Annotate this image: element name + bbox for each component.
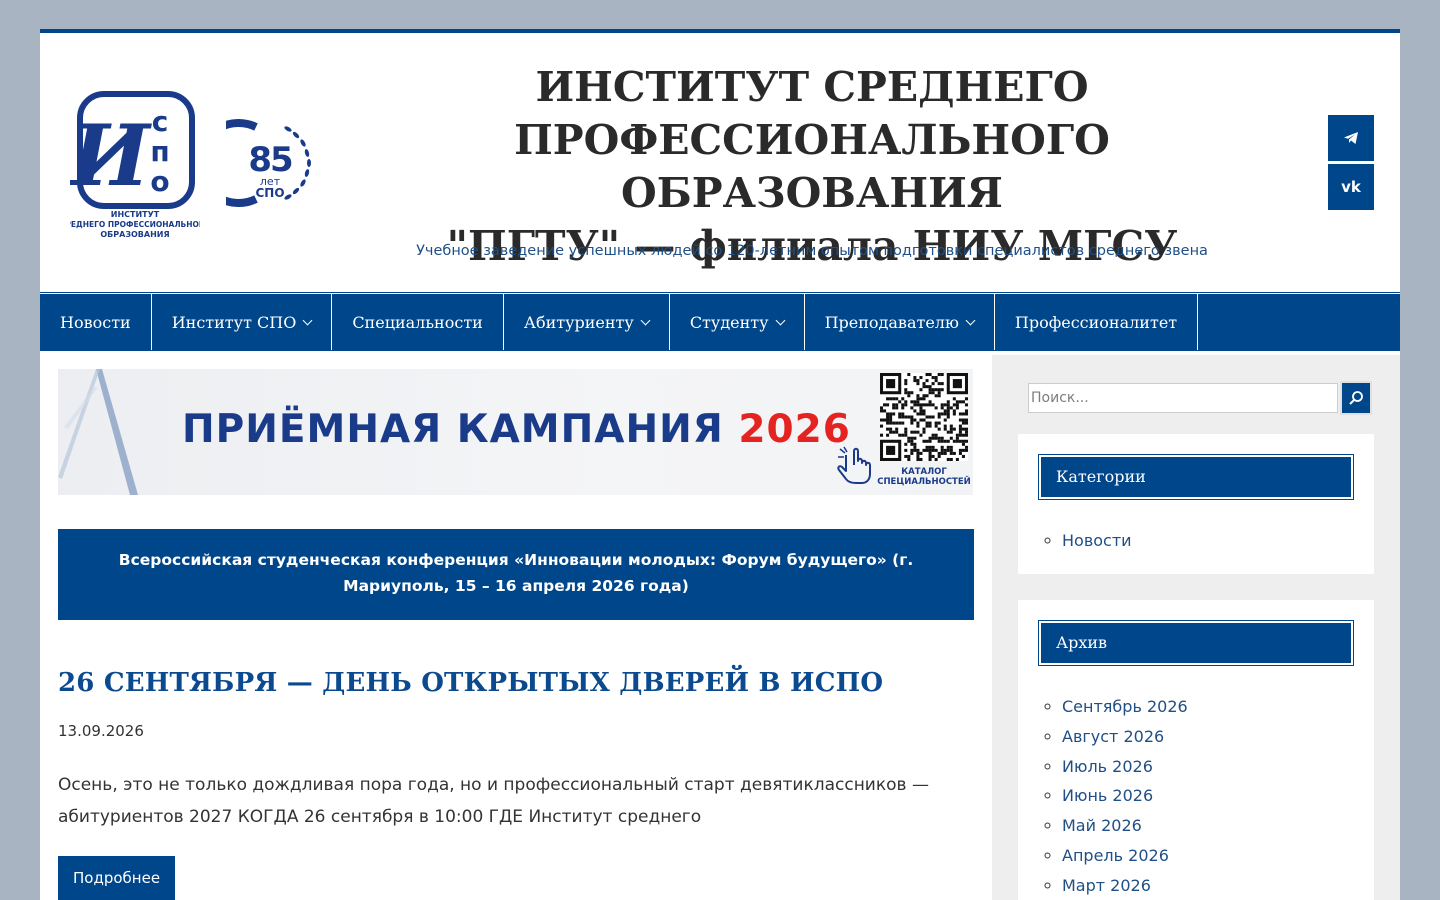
svg-text:с: с bbox=[152, 105, 169, 138]
archive-list: Сентябрь 2026 Август 2026 Июль 2026 Июнь… bbox=[1038, 692, 1354, 900]
qr-caption: КАТАЛОГ СПЕЦИАЛЬНОСТЕЙ bbox=[877, 467, 971, 487]
archive-link[interactable]: Сентябрь 2026 bbox=[1062, 692, 1354, 722]
qr-code[interactable] bbox=[880, 373, 968, 461]
vk-icon: vk bbox=[1341, 178, 1361, 196]
site-title-line[interactable]: ИНСТИТУТ СРЕДНЕГО bbox=[360, 61, 1264, 114]
nav-item-label: Студенту bbox=[689, 312, 769, 332]
vk-button[interactable]: vk bbox=[1328, 164, 1374, 210]
categories-list: Новости bbox=[1038, 526, 1354, 556]
main-content: ПРИЁМНАЯ КАМПАНИЯ 2026 КАТАЛОГ СПЕЦИАЛЬН… bbox=[58, 369, 974, 900]
svg-text:СПО: СПО bbox=[255, 186, 284, 200]
page-container: И с п о ИНСТИТУТ СРЕДНЕГО ПРОФЕССИОНАЛЬН… bbox=[40, 29, 1400, 900]
widget-title: Архив bbox=[1038, 620, 1354, 666]
banner-headline-text: ПРИЁМНАЯ КАМПАНИЯ bbox=[182, 407, 739, 452]
banner-headline: ПРИЁМНАЯ КАМПАНИЯ 2026 bbox=[182, 407, 851, 452]
ispo-logo[interactable]: И с п о ИНСТИТУТ СРЕДНЕГО ПРОФЕССИОНАЛЬН… bbox=[70, 89, 200, 239]
archive-link[interactable]: Июль 2026 bbox=[1062, 752, 1354, 782]
svg-text:о: о bbox=[150, 165, 169, 198]
nav-item-label: Новости bbox=[60, 312, 131, 332]
compass-decoration bbox=[58, 369, 138, 495]
nav-item-label: Институт СПО bbox=[171, 312, 297, 332]
banner-year: 2026 bbox=[738, 407, 851, 452]
search-input[interactable] bbox=[1028, 383, 1338, 413]
post-date: 13.09.2026 bbox=[58, 722, 144, 740]
archive-link[interactable]: Август 2026 bbox=[1062, 722, 1354, 752]
archive-link[interactable]: Апрель 2026 bbox=[1062, 841, 1354, 871]
svg-text:85: 85 bbox=[248, 140, 292, 180]
archive-link[interactable]: Июнь 2026 bbox=[1062, 781, 1354, 811]
search-icon bbox=[1349, 391, 1363, 405]
svg-text:п: п bbox=[150, 135, 169, 168]
search-form bbox=[1018, 381, 1372, 415]
nav-item-applicant[interactable]: Абитуриенту bbox=[504, 294, 670, 350]
svg-text:СРЕДНЕГО ПРОФЕССИОНАЛЬНОГО: СРЕДНЕГО ПРОФЕССИОНАЛЬНОГО bbox=[70, 220, 200, 229]
85-years-logo: 85 лет СПО bbox=[226, 119, 311, 207]
nav-item-institute[interactable]: Институт СПО bbox=[152, 294, 333, 350]
archive-widget: Архив Сентябрь 2026 Август 2026 Июль 202… bbox=[1018, 600, 1374, 900]
telegram-button[interactable] bbox=[1328, 115, 1374, 161]
nav-item-student[interactable]: Студенту bbox=[670, 294, 805, 350]
nav-item-news[interactable]: Новости bbox=[40, 294, 152, 350]
nav-item-label: Специальности bbox=[352, 312, 483, 332]
chevron-down-icon bbox=[302, 315, 313, 325]
archive-link[interactable]: Март 2026 bbox=[1062, 871, 1354, 900]
site-title-line[interactable]: ПРОФЕССИОНАЛЬНОГО ОБРАЗОВАНИЯ bbox=[360, 114, 1264, 220]
nav-item-professionalitet[interactable]: Профессионалитет bbox=[995, 294, 1199, 350]
chevron-down-icon bbox=[640, 315, 651, 325]
nav-item-label: Профессионалитет bbox=[1014, 312, 1178, 332]
site-description: Учебное заведение успешных людей со 120-… bbox=[416, 243, 1208, 259]
pointing-hand-icon bbox=[837, 446, 871, 484]
nav-item-label: Абитуриенту bbox=[523, 312, 634, 332]
search-button[interactable] bbox=[1340, 381, 1372, 415]
telegram-icon bbox=[1344, 132, 1358, 144]
post-title[interactable]: 26 СЕНТЯБРЯ — ДЕНЬ ОТКРЫТЫХ ДВЕРЕЙ В ИСП… bbox=[58, 668, 974, 698]
widget-title: Категории bbox=[1038, 454, 1354, 500]
admission-banner[interactable]: ПРИЁМНАЯ КАМПАНИЯ 2026 КАТАЛОГ СПЕЦИАЛЬН… bbox=[58, 369, 973, 495]
archive-link[interactable]: Май 2026 bbox=[1062, 811, 1354, 841]
main-navigation: Новости Институт СПО Специальности Абиту… bbox=[40, 293, 1400, 350]
svg-text:ИНСТИТУТ: ИНСТИТУТ bbox=[111, 210, 160, 219]
category-link[interactable]: Новости bbox=[1062, 526, 1354, 556]
site-title[interactable]: ИНСТИТУТ СРЕДНЕГО ПРОФЕССИОНАЛЬНОГО ОБРА… bbox=[360, 61, 1264, 273]
chevron-down-icon bbox=[775, 315, 786, 325]
svg-text:И: И bbox=[70, 106, 152, 205]
conference-announcement[interactable]: Всероссийская студенческая конференция «… bbox=[58, 529, 974, 620]
sidebar: Категории Новости Архив Сентябрь 2026 Ав… bbox=[992, 355, 1400, 900]
nav-item-label: Преподавателю bbox=[824, 312, 959, 332]
categories-widget: Категории Новости bbox=[1018, 434, 1374, 574]
site-header: И с п о ИНСТИТУТ СРЕДНЕГО ПРОФЕССИОНАЛЬН… bbox=[40, 33, 1400, 293]
nav-item-specialties[interactable]: Специальности bbox=[332, 294, 504, 350]
read-more-button[interactable]: Подробнее bbox=[58, 856, 176, 900]
chevron-down-icon bbox=[965, 315, 976, 325]
svg-text:ОБРАЗОВАНИЯ: ОБРАЗОВАНИЯ bbox=[100, 230, 169, 239]
post-excerpt: Осень, это не только дождливая пора года… bbox=[58, 775, 929, 827]
nav-item-teacher[interactable]: Преподавателю bbox=[805, 294, 995, 350]
